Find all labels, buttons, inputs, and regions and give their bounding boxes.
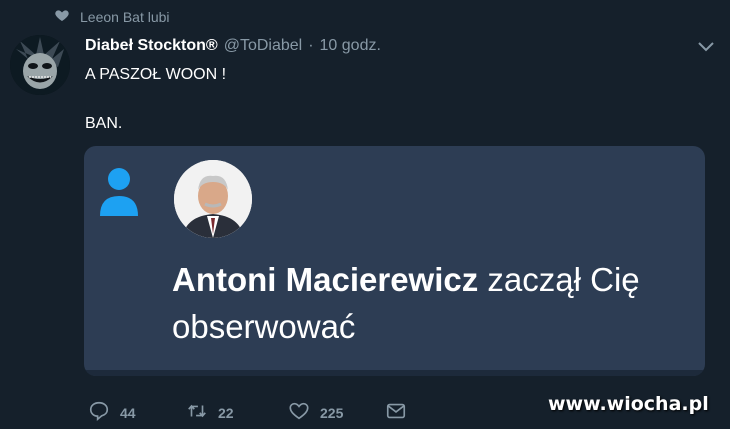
reply-count: 44 (120, 404, 136, 421)
heart-icon (54, 7, 70, 26)
follower-name: Antoni Macierewicz (172, 261, 479, 298)
follow-notification-text: Antoni Macierewicz zaczął Cię obserwować (172, 256, 682, 350)
reply-icon (88, 400, 110, 425)
tweet-actions: 44 22 225 (88, 400, 407, 425)
heart-icon (288, 400, 310, 425)
card-bottom-edge (84, 370, 705, 376)
chevron-down-icon[interactable] (697, 40, 715, 54)
embedded-image-card[interactable]: Antoni Macierewicz zaczął Cię obserwować (84, 146, 705, 376)
social-context-text: Leeon Bat lubi (80, 8, 170, 25)
reply-button[interactable]: 44 (88, 400, 186, 425)
tweet-time[interactable]: 10 godz. (320, 37, 381, 55)
watermark: www.wiocha.pl (548, 393, 709, 415)
profile-photo (174, 160, 252, 238)
retweet-button[interactable]: 22 (186, 400, 288, 425)
like-button[interactable]: 225 (288, 400, 385, 425)
tweet-header: Diabeł Stockton® @ToDiabel · 10 godz. (85, 37, 381, 55)
like-count: 225 (320, 404, 344, 421)
retweet-count: 22 (218, 404, 234, 421)
separator-dot: · (308, 37, 314, 54)
envelope-icon (385, 400, 407, 425)
retweet-icon (186, 400, 208, 425)
author-handle[interactable]: @ToDiabel (224, 37, 303, 55)
direct-message-button[interactable] (385, 400, 407, 425)
tweet-text-line-2: BAN. (85, 115, 123, 132)
avatar[interactable] (10, 35, 70, 95)
author-name[interactable]: Diabeł Stockton® (85, 37, 218, 55)
tweet-text-line-1: A PASZOŁ WOON ! (85, 66, 227, 83)
person-icon (98, 166, 140, 218)
social-context: Leeon Bat lubi (54, 7, 170, 26)
